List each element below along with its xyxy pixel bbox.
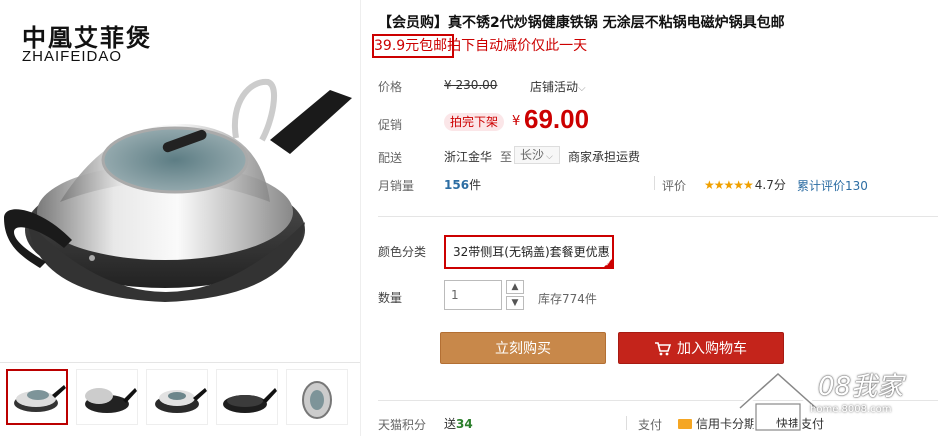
- separator: [626, 416, 627, 430]
- points-label: 天猫积分: [378, 418, 427, 432]
- thumbnail-2[interactable]: [76, 369, 138, 425]
- stock-count: 库存774件: [538, 292, 597, 306]
- rating-label: 评价: [662, 179, 687, 193]
- quantity-decrease-button[interactable]: ▼: [506, 296, 524, 310]
- cart-icon: [655, 342, 671, 356]
- currency-symbol: ¥: [512, 114, 521, 129]
- add-to-cart-label: 加入购物车: [677, 341, 747, 357]
- color-option-label: 32带侧耳(无锅盖)套餐更优惠: [453, 245, 610, 259]
- add-to-cart-button[interactable]: 加入购物车: [618, 332, 784, 364]
- quantity-label: 数量: [378, 291, 403, 305]
- monthly-sales-label: 月销量: [378, 179, 415, 193]
- thumbnail-strip: [0, 362, 360, 433]
- promo-badge: 拍完下架: [444, 113, 505, 131]
- thumbnail-1[interactable]: [6, 369, 68, 425]
- section-divider: [378, 216, 938, 217]
- payment-label: 支付: [638, 418, 663, 432]
- check-icon: ✓: [605, 260, 611, 268]
- points-prefix: 送: [444, 417, 457, 431]
- shipping-note: 商家承担运费: [568, 150, 641, 164]
- promo-price: 69.00: [524, 104, 590, 134]
- rating-score: 4.7分: [754, 178, 786, 192]
- thumbnail-3[interactable]: [146, 369, 208, 425]
- product-main-image[interactable]: [0, 62, 360, 352]
- quantity-increase-button[interactable]: ▲: [506, 280, 524, 294]
- watermark-text: 08我家: [818, 372, 904, 402]
- points-value: 34: [456, 417, 473, 431]
- store-activity-label: 店铺活动: [530, 80, 579, 94]
- chevron-down-icon: ⌵: [546, 152, 553, 162]
- sales-unit: 件: [469, 178, 482, 192]
- thumbnail-5[interactable]: [286, 369, 348, 425]
- product-title: 【会员购】真不锈2代炒锅健康铁锅 无涂层不粘锅电磁炉锅具包邮: [378, 15, 785, 31]
- color-option-selected[interactable]: 32带侧耳(无锅盖)套餐更优惠 ✓: [444, 235, 614, 269]
- quantity-input[interactable]: 1: [444, 280, 502, 310]
- shipping-label: 配送: [378, 151, 403, 165]
- promo-highlight-box: [372, 34, 454, 58]
- original-price: ¥ 230.00: [444, 78, 498, 92]
- color-label: 颜色分类: [378, 245, 427, 259]
- store-activity-dropdown[interactable]: 店铺活动⌵: [530, 78, 586, 95]
- monthly-sales: 156件: [444, 176, 481, 193]
- sales-count: 156: [444, 178, 470, 192]
- promotion-label: 促销: [378, 118, 403, 132]
- city-select[interactable]: 长沙 ⌵: [514, 146, 560, 164]
- buy-now-button[interactable]: 立刻购买: [440, 332, 606, 364]
- points: 送34: [444, 415, 473, 432]
- chevron-down-icon: ⌵: [578, 83, 586, 94]
- column-divider: [360, 0, 361, 436]
- city-value: 长沙: [520, 148, 545, 162]
- product-gallery: 中凰艾菲煲 ZHAIFEIDAO: [0, 0, 360, 436]
- star-rating-icon: ★★★★★: [704, 178, 754, 192]
- ship-to-word: 至: [500, 150, 513, 164]
- watermark-url: home.8008.com: [810, 404, 892, 415]
- price-label: 价格: [378, 80, 403, 94]
- separator: [654, 176, 655, 190]
- review-count-link[interactable]: 累计评价130: [797, 177, 868, 194]
- rating: ★★★★★ 4.7分: [704, 176, 786, 193]
- thumbnail-4[interactable]: [216, 369, 278, 425]
- ship-from: 浙江金华: [444, 150, 493, 164]
- credit-card-icon: [678, 418, 692, 429]
